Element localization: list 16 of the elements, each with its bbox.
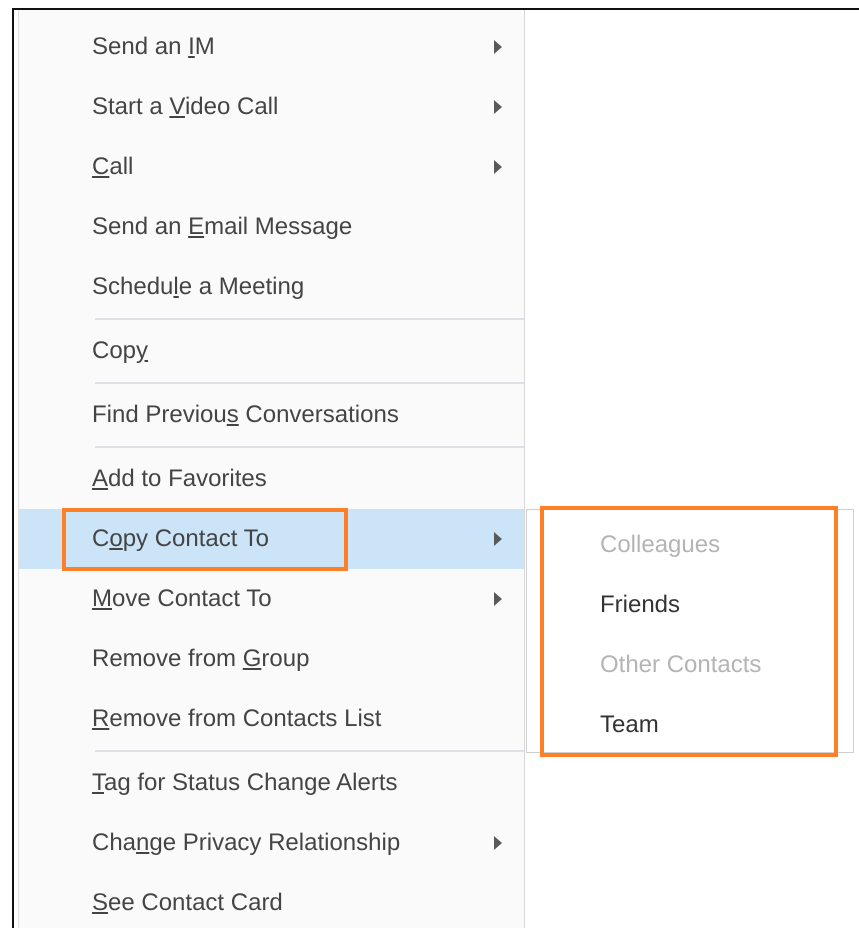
- menu-item[interactable]: Find Previous Conversations: [19, 385, 524, 445]
- menu-item[interactable]: Remove from Group: [19, 629, 524, 689]
- menu-item[interactable]: Call: [19, 137, 524, 197]
- menu-item[interactable]: Move Contact To: [19, 569, 524, 629]
- menu-item[interactable]: Schedule a Meeting: [19, 257, 524, 317]
- menu-item[interactable]: Send an Email Message: [19, 197, 524, 257]
- submenu-item[interactable]: Team: [527, 695, 853, 755]
- menu-item[interactable]: Start a Video Call: [19, 77, 524, 137]
- menu-item[interactable]: See Contact Card: [19, 873, 524, 928]
- menu-item[interactable]: Change Privacy Relationship: [19, 813, 524, 873]
- menu-item[interactable]: Remove from Contacts List: [19, 689, 524, 749]
- menu-item[interactable]: Add to Favorites: [19, 449, 524, 509]
- menu-item[interactable]: Tag for Status Change Alerts: [19, 753, 524, 813]
- submenu-item[interactable]: Friends: [527, 575, 853, 635]
- menu-item[interactable]: Copy: [19, 321, 524, 381]
- menu-item[interactable]: Send an IM: [19, 17, 524, 77]
